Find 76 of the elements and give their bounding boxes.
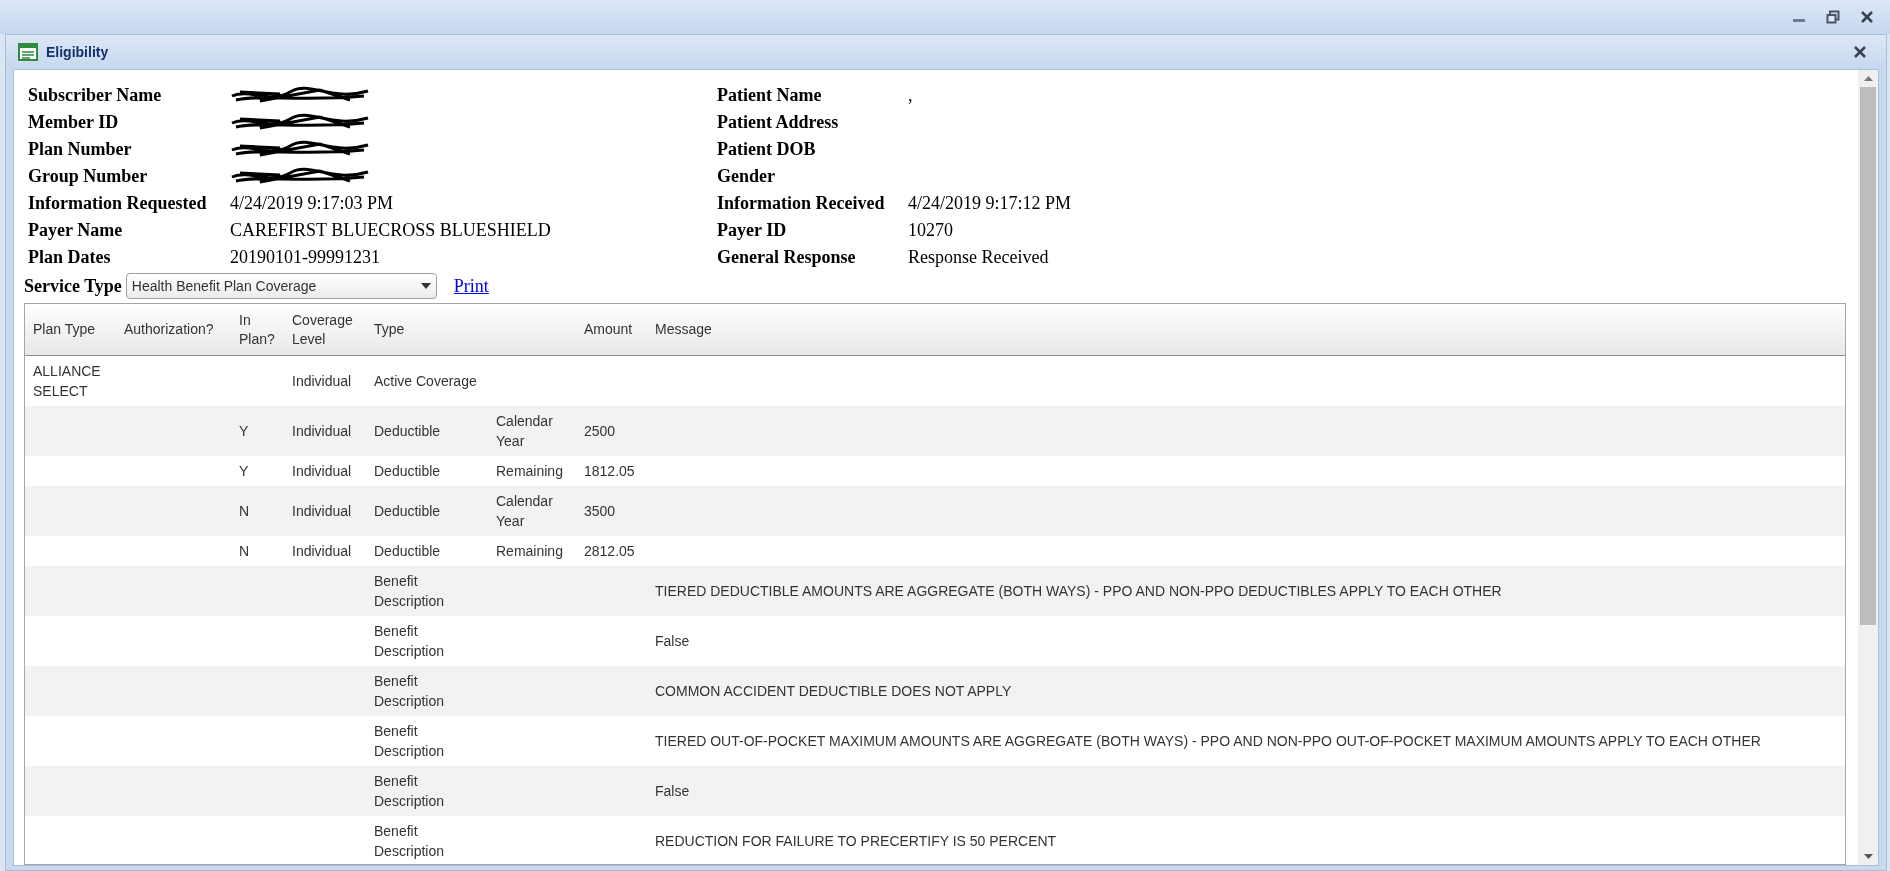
- field-label: Member ID: [28, 111, 120, 134]
- table-cell: Remaining: [496, 543, 563, 559]
- table-cell: Active Coverage: [374, 373, 477, 389]
- table-cell: False: [655, 633, 690, 649]
- field-label: Gender: [717, 165, 776, 188]
- table-cell: TIERED OUT-OF-POCKET MAXIMUM AMOUNTS ARE AGGREGATE (BOTH WAYS) - PPO AND NON-PPO OUT-OF-POCKET MAXIMUM AMOUNTS APPLY TO EACH OTHER: [655, 733, 1761, 749]
- print-link[interactable]: Print: [453, 272, 489, 300]
- field-label: Group Number: [28, 165, 149, 188]
- field-label: Payer Name: [28, 219, 124, 242]
- close-icon[interactable]: [1854, 46, 1866, 58]
- scroll-down-icon[interactable]: [1863, 854, 1873, 859]
- table-cell: Benefit Description: [374, 573, 445, 609]
- field-label: Information Requested: [28, 192, 208, 215]
- field-label: General Response: [717, 246, 857, 269]
- column-header: Message: [655, 321, 712, 337]
- field-value: ,: [908, 84, 913, 107]
- table-cell: Deductible: [374, 503, 441, 519]
- table-cell: COMMON ACCIDENT DEDUCTIBLE DOES NOT APPLY: [655, 683, 1012, 699]
- column-header: Plan Type: [33, 321, 95, 337]
- table-cell: False: [655, 783, 690, 799]
- table-cell: Deductible: [374, 463, 441, 479]
- table-cell: Benefit Description: [374, 623, 445, 659]
- table-cell: 2500: [584, 423, 616, 439]
- table-cell: Calendar Year: [496, 493, 553, 529]
- service-type-select[interactable]: Health Benefit Plan Coverage: [125, 273, 437, 299]
- table-cell: Individual: [292, 543, 352, 559]
- table-cell: Deductible: [374, 543, 441, 559]
- field-label: Payer ID: [717, 219, 788, 242]
- column-header: Type: [374, 321, 405, 337]
- service-type-label: Service Type: [24, 274, 122, 298]
- table-cell: Benefit Description: [374, 773, 445, 809]
- table-cell: Individual: [292, 463, 352, 479]
- table-cell: Individual: [292, 373, 352, 389]
- table-cell: Benefit Description: [374, 823, 445, 859]
- table-cell: 2812.05: [584, 543, 635, 559]
- table-cell: ALLIANCE SELECT: [33, 363, 101, 399]
- table-cell: N: [239, 543, 250, 559]
- field-label: Plan Number: [28, 138, 133, 161]
- table-cell: Deductible: [374, 423, 441, 439]
- table-cell: Individual: [292, 423, 352, 439]
- dialog-title: Eligibility: [46, 42, 109, 62]
- field-value: 10270: [908, 219, 953, 242]
- scrollbar-thumb[interactable]: [1860, 87, 1876, 625]
- document-icon: [18, 43, 38, 61]
- table-cell: Benefit Description: [374, 723, 445, 759]
- field-value: 4/24/2019 9:17:03 PM: [230, 192, 394, 215]
- field-label: Patient DOB: [717, 138, 817, 161]
- column-header: Coverage Level: [292, 311, 353, 347]
- field-value: 20190101-99991231: [230, 246, 380, 269]
- table-cell: Benefit Description: [374, 673, 445, 709]
- table-cell: 1812.05: [584, 463, 635, 479]
- table-cell: N: [239, 503, 250, 519]
- field-label: Information Received: [717, 192, 886, 215]
- field-label: Patient Name: [717, 84, 823, 107]
- field-value: 4/24/2019 9:17:12 PM: [908, 192, 1072, 215]
- scroll-up-icon[interactable]: [1863, 76, 1873, 81]
- field-label: Subscriber Name: [28, 84, 163, 107]
- close-icon[interactable]: [1860, 10, 1874, 24]
- table-cell: Calendar Year: [496, 413, 553, 449]
- field-value: CAREFIRST BLUECROSS BLUESHIELD: [230, 219, 551, 242]
- field-label: Patient Address: [717, 111, 840, 134]
- scrollbar[interactable]: [1858, 70, 1878, 865]
- table-cell: TIERED DEDUCTIBLE AMOUNTS ARE AGGREGATE (BOTH WAYS) - PPO AND NON-PPO DEDUCTIBLES APPLY TO EACH OTHER: [655, 583, 1502, 599]
- table-cell: Remaining: [496, 463, 563, 479]
- restore-icon[interactable]: [1826, 10, 1840, 24]
- field-label: Plan Dates: [28, 246, 112, 269]
- table-cell: 3500: [584, 503, 616, 519]
- column-header: Amount: [584, 321, 633, 337]
- field-value: Response Received: [908, 246, 1049, 269]
- table-cell: REDUCTION FOR FAILURE TO PRECERTIFY IS 50 PERCENT: [655, 833, 1057, 849]
- column-header: In Plan?: [239, 311, 275, 347]
- table-cell: Y: [239, 463, 249, 479]
- caret-icon: [420, 283, 431, 289]
- column-header: Authorization?: [124, 321, 214, 337]
- table-cell: Y: [239, 423, 249, 439]
- table-cell: Individual: [292, 503, 352, 519]
